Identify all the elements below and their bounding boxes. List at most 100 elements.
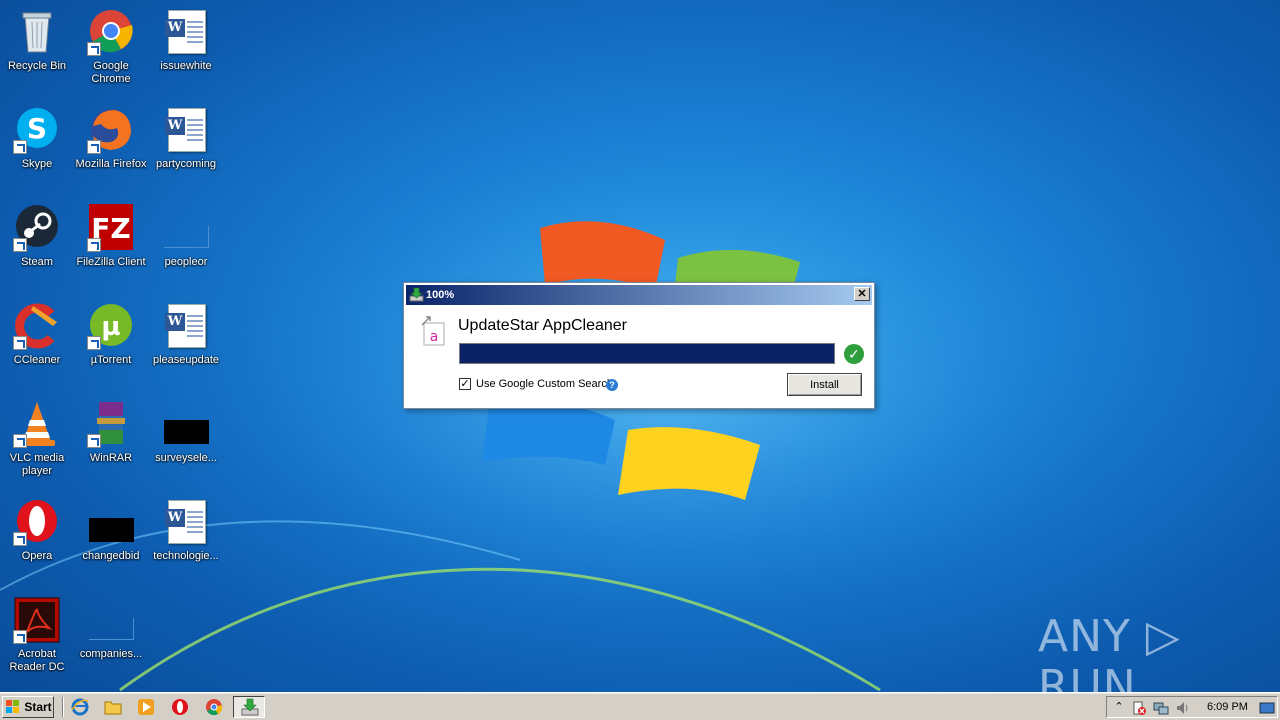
- svg-text:µ: µ: [101, 312, 120, 342]
- shortcut-arrow-icon: [13, 434, 27, 448]
- desktop-icon-issuewhite[interactable]: W issuewhite: [149, 8, 223, 73]
- system-tray: ⌃ 6:09 PM: [1106, 696, 1278, 718]
- word-document-icon: W: [162, 106, 210, 154]
- folder-icon[interactable]: [104, 698, 122, 716]
- desktop-icon-label: partycoming: [156, 158, 216, 170]
- start-button[interactable]: Start: [2, 696, 54, 718]
- word-document-icon: W: [162, 8, 210, 56]
- clock[interactable]: 6:09 PM: [1207, 701, 1248, 713]
- installer-dialog: 100% ✕ a UpdateStar AppCleaner ✓ ✓ Use G…: [403, 282, 875, 409]
- svg-text:S: S: [27, 112, 47, 145]
- desktop-icon-label: Mozilla Firefox: [75, 158, 147, 170]
- desktop-icon-label: FileZilla Client: [76, 256, 146, 268]
- internet-explorer-icon[interactable]: [71, 698, 89, 716]
- acrobat-icon: [13, 596, 61, 644]
- shortcut-arrow-icon: [87, 238, 101, 252]
- desktop-icon-label: technologie...: [153, 550, 219, 562]
- desktop-icon-label: peopleor: [164, 256, 208, 268]
- desktop-icon-peopleor[interactable]: peopleor: [149, 204, 223, 269]
- opera-icon: [13, 498, 61, 546]
- word-document-icon: W: [162, 498, 210, 546]
- desktop-icon-acrobat[interactable]: Acrobat Reader DC: [0, 596, 74, 674]
- desktop-icon-label: surveysele...: [155, 452, 217, 464]
- complete-check-icon: ✓: [844, 344, 864, 364]
- chrome-icon: [87, 8, 135, 56]
- shortcut-arrow-icon: [13, 238, 27, 252]
- utorrent-icon: µ: [87, 302, 135, 350]
- progress-fill: [460, 344, 834, 363]
- desktop-icon-label: VLC media player: [9, 452, 65, 477]
- start-label: Start: [24, 700, 52, 714]
- desktop-icon-label: changedbid: [82, 550, 140, 562]
- desktop-icon-companies[interactable]: companies...: [74, 596, 148, 661]
- svg-text:a: a: [430, 329, 439, 345]
- desktop-icon-skype[interactable]: S Skype: [0, 106, 74, 171]
- desktop-icon-label: Steam: [21, 256, 53, 268]
- skype-icon: S: [13, 106, 61, 154]
- google-search-checkbox[interactable]: ✓: [459, 378, 471, 390]
- blank-file-icon: [162, 204, 210, 252]
- taskbar-installer-button[interactable]: [233, 696, 265, 718]
- media-player-icon[interactable]: [137, 698, 155, 716]
- desktop-icon-label: issuewhite: [160, 60, 212, 72]
- close-button[interactable]: ✕: [854, 287, 870, 301]
- desktop-icon-technologie[interactable]: W technologie...: [149, 498, 223, 563]
- taskbar: Start ⌃ 6:09 PM: [0, 692, 1280, 720]
- desktop-icon-chrome[interactable]: Google Chrome: [74, 8, 148, 86]
- black-file-icon: [87, 498, 135, 546]
- desktop-icon-filezilla[interactable]: FZ FileZilla Client: [74, 204, 148, 269]
- word-document-icon: W: [162, 302, 210, 350]
- dialog-titlebar[interactable]: 100% ✕: [406, 285, 872, 305]
- shortcut-arrow-icon: [87, 434, 101, 448]
- shortcut-arrow-icon: [13, 630, 27, 644]
- download-icon: [409, 287, 424, 302]
- desktop-icon-partycoming[interactable]: W partycoming: [149, 106, 223, 171]
- ccleaner-icon: [13, 302, 61, 350]
- show-desktop-icon[interactable]: [1259, 700, 1275, 716]
- desktop-icon-pleaseupdate[interactable]: W pleaseupdate: [149, 302, 223, 367]
- desktop-icon-changedbid[interactable]: changedbid: [74, 498, 148, 563]
- help-icon[interactable]: ?: [606, 379, 618, 391]
- windows-flag-icon: [6, 700, 20, 714]
- desktop-icon-label: Google Chrome: [91, 60, 131, 85]
- install-button[interactable]: Install: [787, 373, 862, 396]
- appcleaner-icon: a: [418, 315, 448, 347]
- desktop-icon-label: Acrobat Reader DC: [9, 648, 65, 673]
- desktop-icon-surveysele[interactable]: surveysele...: [149, 400, 223, 465]
- desktop-icon-label: pleaseupdate: [152, 354, 220, 366]
- shortcut-arrow-icon: [87, 140, 101, 154]
- network-icon[interactable]: [1153, 700, 1169, 716]
- shortcut-arrow-icon: [87, 336, 101, 350]
- desktop-icon-label: CCleaner: [13, 354, 61, 366]
- app-name: UpdateStar AppCleaner: [458, 317, 627, 334]
- chrome-taskbar-icon[interactable]: [205, 698, 223, 716]
- shortcut-arrow-icon: [13, 532, 27, 546]
- desktop-icon-utorrent[interactable]: µ µTorrent: [74, 302, 148, 367]
- anyrun-watermark: ANY ▷ RUN: [1038, 611, 1181, 693]
- action-center-icon[interactable]: [1131, 700, 1147, 716]
- shortcut-arrow-icon: [13, 336, 27, 350]
- black-file-icon: [162, 400, 210, 448]
- desktop-icon-recycle-bin[interactable]: Recycle Bin: [0, 8, 74, 73]
- dialog-title: 100%: [426, 289, 455, 301]
- desktop-icon-label: companies...: [79, 648, 143, 660]
- opera-taskbar-icon[interactable]: [171, 698, 189, 716]
- download-icon: [241, 698, 259, 719]
- desktop-icon-steam[interactable]: Steam: [0, 204, 74, 269]
- desktop-icon-vlc[interactable]: VLC media player: [0, 400, 74, 478]
- filezilla-icon: FZ: [87, 204, 135, 252]
- blank-file-icon: [87, 596, 135, 644]
- desktop-icon-label: Recycle Bin: [7, 60, 67, 72]
- volume-icon[interactable]: [1175, 700, 1191, 716]
- taskbar-separator: [62, 697, 64, 717]
- desktop-icon-ccleaner[interactable]: CCleaner: [0, 302, 74, 367]
- desktop-icon-firefox[interactable]: Mozilla Firefox: [74, 106, 148, 171]
- recycle-bin-icon: [13, 8, 61, 56]
- desktop-icon-opera[interactable]: Opera: [0, 498, 74, 563]
- desktop-icon-label: µTorrent: [90, 354, 132, 366]
- desktop-icon-label: Skype: [21, 158, 53, 170]
- desktop-icon-winrar[interactable]: WinRAR: [74, 400, 148, 465]
- show-hidden-icons-icon[interactable]: ⌃: [1111, 700, 1127, 716]
- vlc-icon: [13, 400, 61, 448]
- checkbox-label: Use Google Custom Search: [476, 378, 613, 390]
